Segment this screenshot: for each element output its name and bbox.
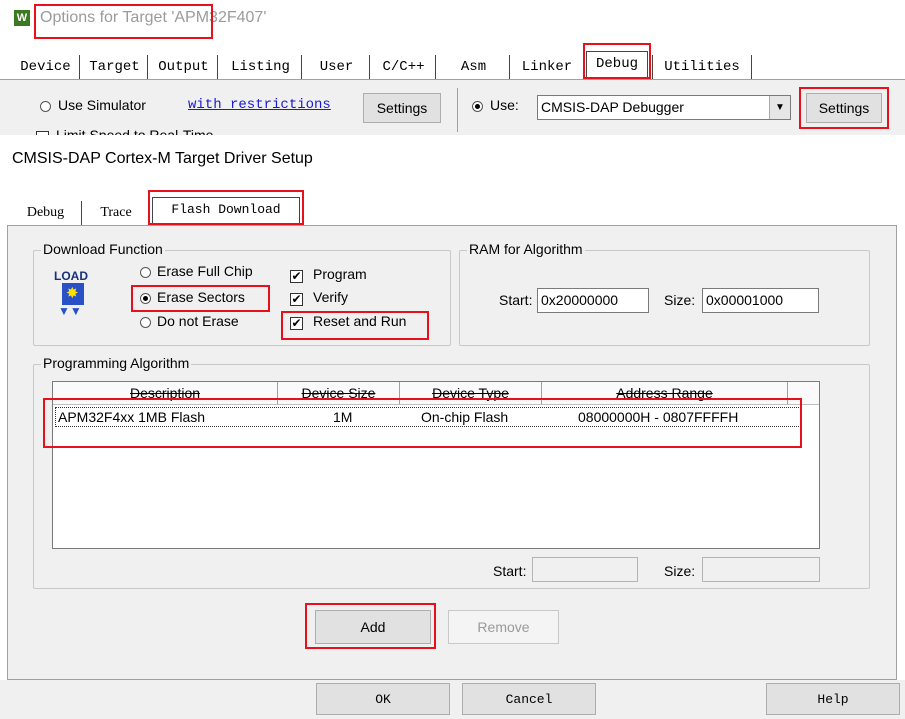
algo-size-label: Size: [664,563,696,579]
settings-simulator-button[interactable]: Settings [363,93,441,123]
erase-full-chip-label: Erase Full Chip [157,263,253,279]
add-button-highlight [305,603,436,649]
ram-algorithm-label: RAM for Algorithm [467,241,585,257]
use-debugger-radio[interactable] [472,101,483,112]
load-icon: LOAD ✸ ▼▼ [54,269,94,319]
ram-size-input[interactable]: 0x00001000 [702,288,819,313]
driver-setup-titlebar: CMSIS-DAP Cortex-M Target Driver Setup [0,135,905,185]
tab-device[interactable]: Device [12,55,80,79]
do-not-erase-label: Do not Erase [157,313,239,329]
reset-and-run-highlight [281,311,429,340]
programming-algorithm-label: Programming Algorithm [41,355,192,371]
panel-divider [457,88,458,132]
options-window-titlebar: W Options for Target 'APM32F407' [0,0,905,40]
load-icon-burst: ✸ [62,283,84,305]
tab-driver-debug[interactable]: Debug [10,201,82,225]
verify-label: Verify [313,289,349,305]
load-icon-arrow: ▼▼ [58,304,82,318]
remove-button: Remove [448,610,559,644]
ram-start-input[interactable]: 0x20000000 [537,288,649,313]
program-label: Program [313,266,367,282]
ok-button[interactable]: OK [316,683,450,715]
use-simulator-radio[interactable] [40,101,51,112]
flash-download-tab-highlight [148,190,304,225]
algo-start-label: Start: [493,563,527,579]
debugger-select[interactable]: CMSIS-DAP Debugger ▼ [537,95,791,120]
algorithm-row-highlight [43,398,802,448]
use-label: Use: [490,97,519,113]
dialog-bottom-bar: OK Cancel Help [0,680,905,719]
settings-debugger-highlight [799,87,889,129]
erase-full-chip-radio[interactable] [140,267,151,278]
tab-linker[interactable]: Linker [512,55,582,79]
algo-start-input[interactable] [532,557,638,582]
chevron-down-icon[interactable]: ▼ [769,96,790,119]
ram-size-label: Size: [664,292,696,308]
options-debug-panel: Use Simulator with restrictions Settings… [0,79,905,144]
tab-driver-trace[interactable]: Trace [84,201,148,225]
cancel-button[interactable]: Cancel [462,683,596,715]
tab-utilities[interactable]: Utilities [652,55,752,79]
tab-target[interactable]: Target [82,55,148,79]
help-button[interactable]: Help [766,683,900,715]
options-tab-strip: Device Target Output Listing User C/C++ … [0,43,905,79]
do-not-erase-radio[interactable] [140,317,151,328]
use-simulator-label: Use Simulator [58,97,146,113]
program-checkbox[interactable]: ✔ [290,270,303,283]
download-function-label: Download Function [41,241,165,257]
title-highlight [34,4,213,39]
erase-sectors-highlight [131,285,270,312]
tab-listing[interactable]: Listing [220,55,302,79]
keil-app-icon: W [14,10,30,26]
driver-setup-title: CMSIS-DAP Cortex-M Target Driver Setup [12,150,313,167]
load-icon-text: LOAD [54,269,88,283]
driver-tab-strip: Debug Trace Flash Download [0,190,905,225]
with-restrictions-link[interactable]: with restrictions [188,97,331,113]
tab-output[interactable]: Output [150,55,218,79]
flash-download-panel: Download Function LOAD ✸ ▼▼ Erase Full C… [7,225,897,680]
ram-start-label: Start: [499,292,533,308]
debug-tab-highlight [583,43,651,79]
tab-asm[interactable]: Asm [438,55,510,79]
algo-size-input[interactable] [702,557,820,582]
tab-cpp[interactable]: C/C++ [372,55,436,79]
tab-user[interactable]: User [304,55,370,79]
verify-checkbox[interactable]: ✔ [290,293,303,306]
